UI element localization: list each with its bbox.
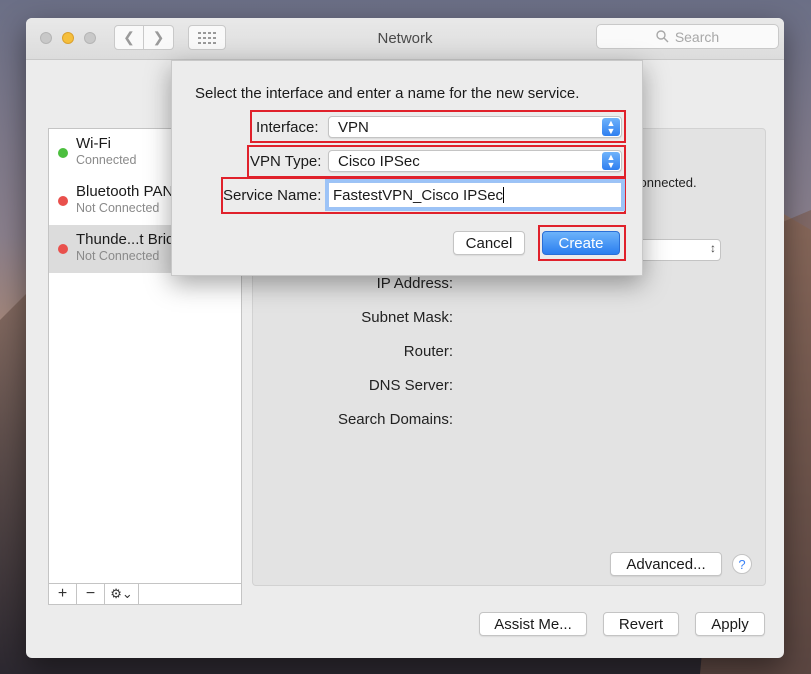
router-label: Router: xyxy=(403,343,453,360)
vpn-type-popup[interactable]: Cisco IPSec ▲ ▼ xyxy=(328,150,622,172)
cancel-button[interactable]: Cancel xyxy=(453,231,525,255)
chevron-updown-icon: ▲ ▼ xyxy=(602,152,620,170)
service-name-value: FastestVPN_Cisco IPSec xyxy=(333,187,504,204)
interface-popup[interactable]: VPN ▲ ▼ xyxy=(328,116,622,138)
status-dot xyxy=(58,148,68,158)
subnet-mask-label: Subnet Mask: xyxy=(361,309,453,326)
vpn-type-label: VPN Type: xyxy=(250,153,322,170)
assist-me-button[interactable]: Assist Me... xyxy=(479,612,587,636)
search-field[interactable]: Search xyxy=(596,24,779,49)
gear-icon: ⚙⌄ xyxy=(110,586,133,601)
create-button[interactable]: Create xyxy=(542,231,620,255)
advanced-button[interactable]: Advanced... xyxy=(610,552,722,576)
interface-label: Interface: xyxy=(256,119,319,136)
service-list-toolbar: + − ⚙⌄ xyxy=(48,583,242,605)
add-service-button[interactable]: + xyxy=(49,584,77,604)
search-icon xyxy=(656,30,669,43)
help-button[interactable]: ? xyxy=(732,554,752,574)
chevron-updown-icon: ↕ xyxy=(710,241,716,255)
title-bar: ❮ ❯ Network Search xyxy=(26,18,784,60)
gear-menu-button[interactable]: ⚙⌄ xyxy=(105,584,139,604)
ip-address-label: IP Address: xyxy=(376,275,453,292)
vpn-type-value: Cisco IPSec xyxy=(338,153,420,170)
new-service-sheet: Select the interface and enter a name fo… xyxy=(171,60,643,276)
dns-server-label: DNS Server: xyxy=(368,377,453,394)
status-dot xyxy=(58,244,68,254)
configure-popup[interactable]: ↕ xyxy=(639,239,721,261)
interface-value: VPN xyxy=(338,119,369,136)
revert-button[interactable]: Revert xyxy=(603,612,679,636)
remove-service-button[interactable]: − xyxy=(77,584,105,604)
search-domains-label: Search Domains: xyxy=(337,411,453,428)
chevron-updown-icon: ▲ ▼ xyxy=(602,118,620,136)
search-placeholder: Search xyxy=(674,28,720,45)
sheet-title: Select the interface and enter a name fo… xyxy=(195,85,580,102)
status-dot xyxy=(58,196,68,206)
apply-button[interactable]: Apply xyxy=(695,612,765,636)
service-name-field[interactable]: FastestVPN_Cisco IPSec xyxy=(328,182,622,208)
text-caret xyxy=(503,187,505,203)
service-name-label: Service Name: xyxy=(223,187,322,204)
